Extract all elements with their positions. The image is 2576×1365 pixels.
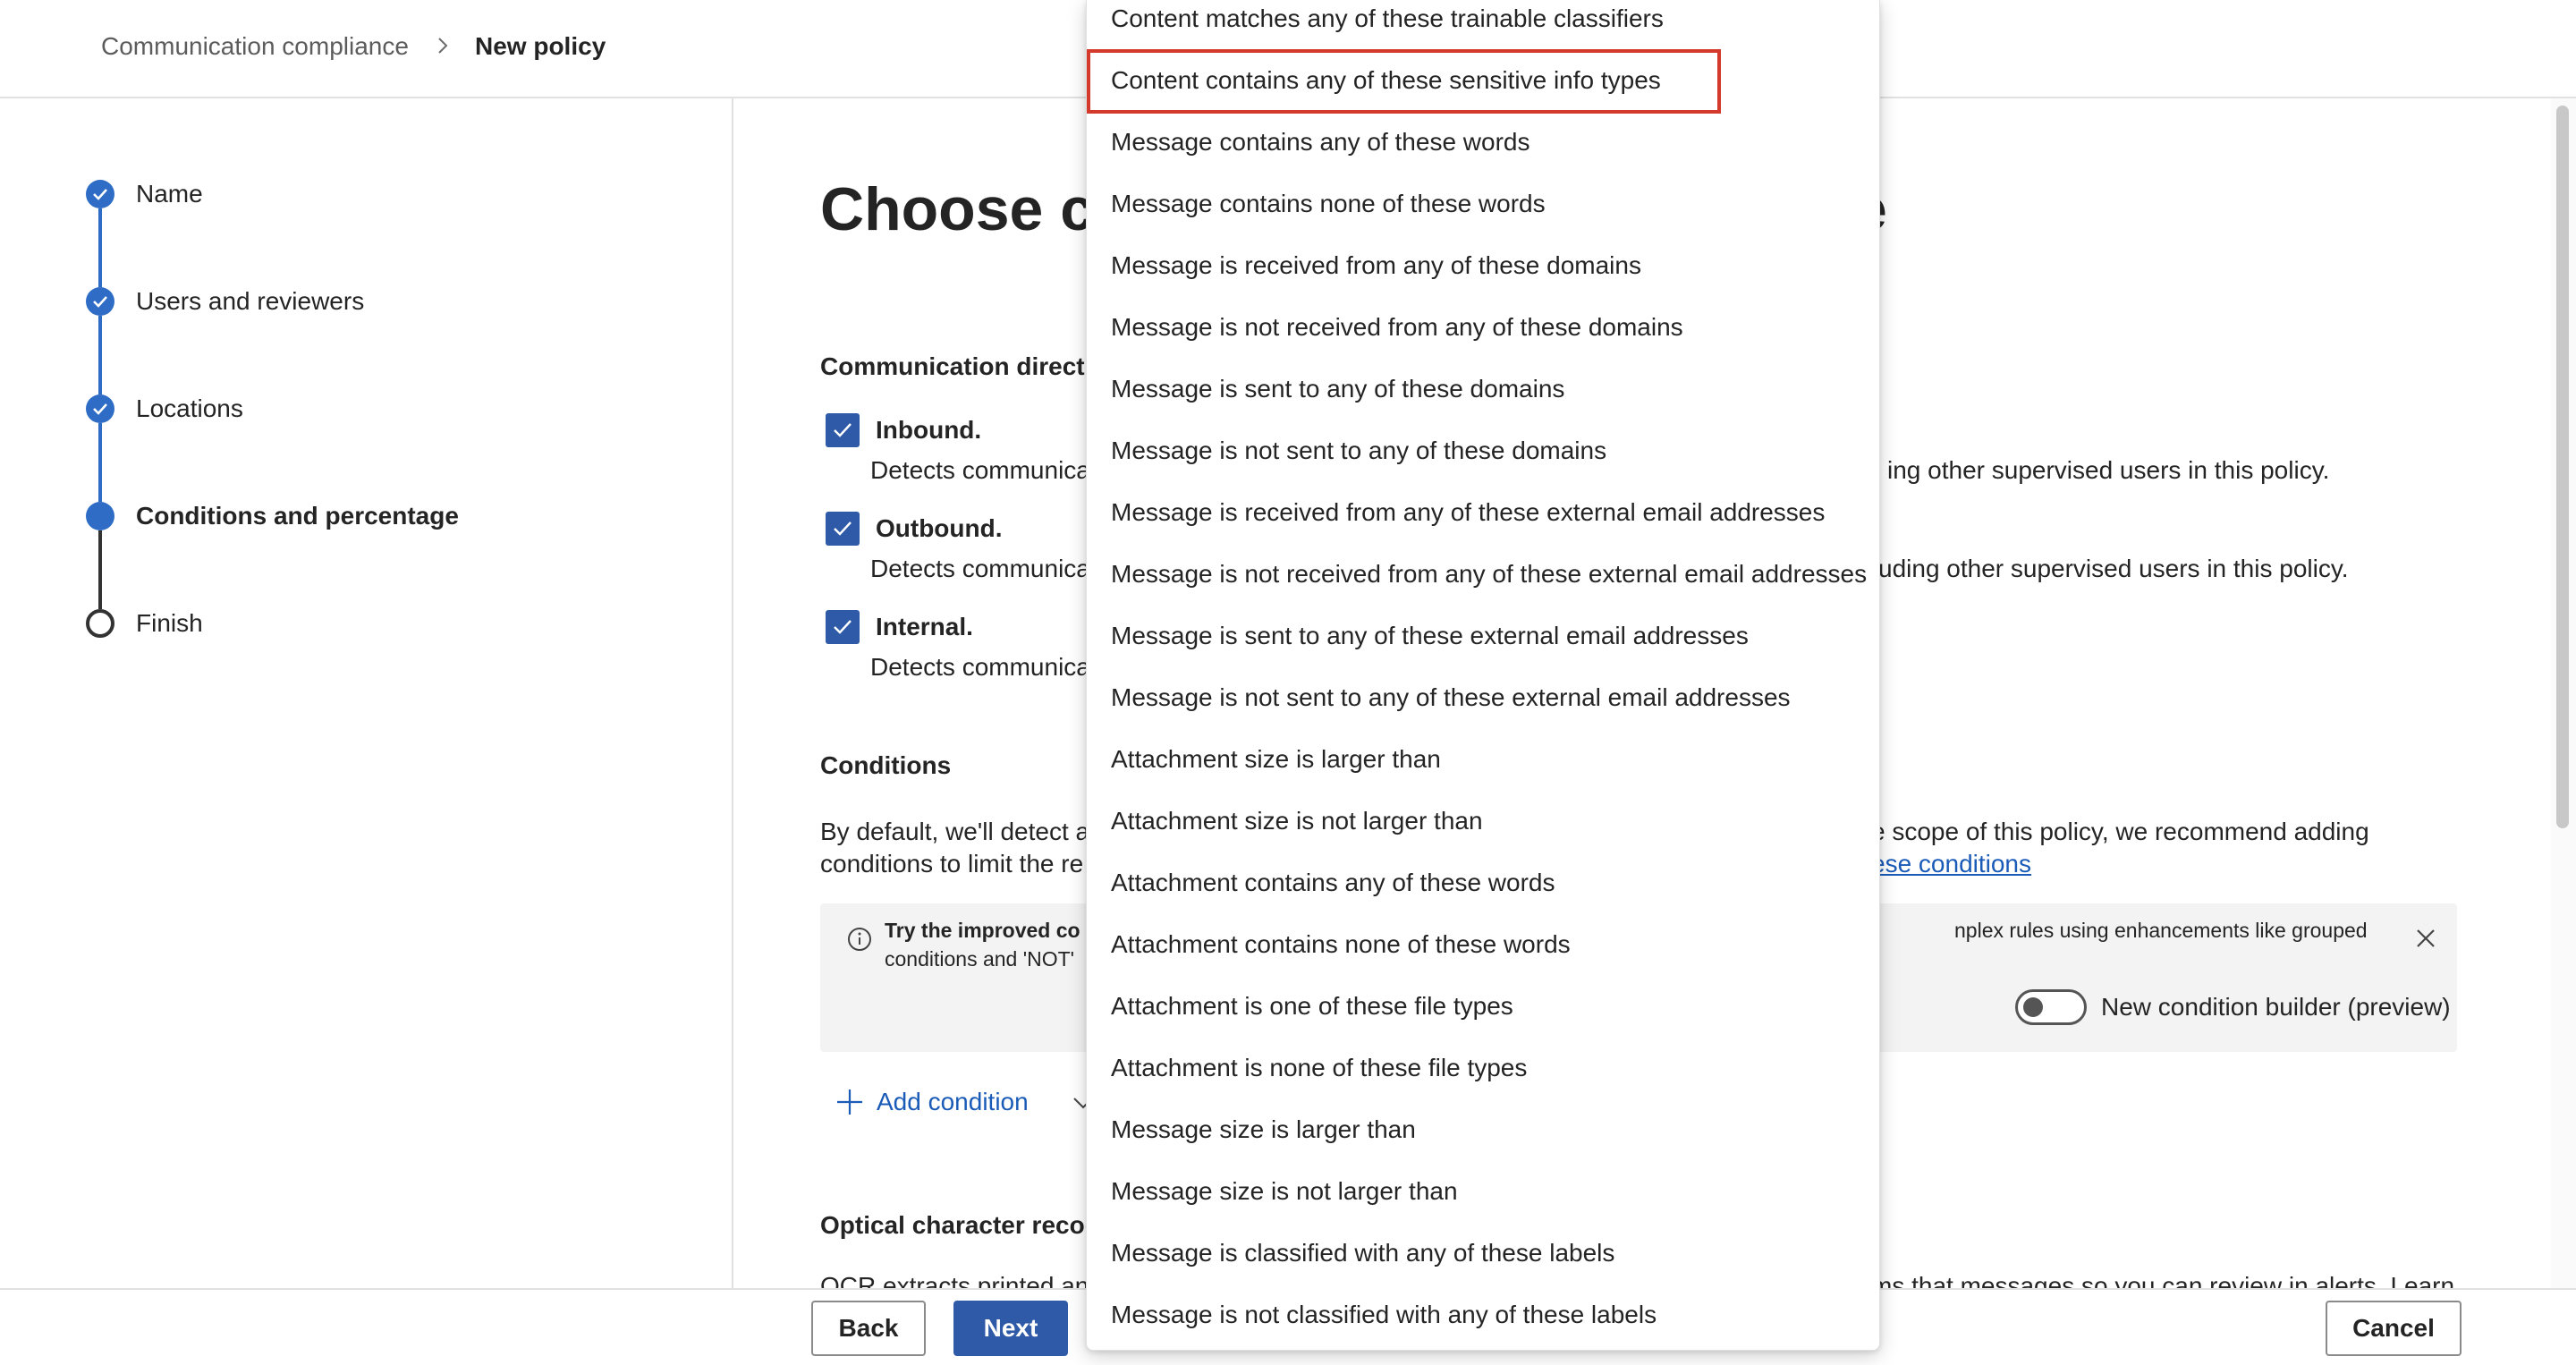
info-banner-text-line2: conditions and 'NOT' [885, 947, 1075, 971]
add-condition-label: Add condition [877, 1088, 1029, 1115]
step-connector [98, 530, 102, 609]
step-connector [98, 423, 102, 502]
step-current-dot-icon [86, 502, 114, 530]
step-todo-circle-icon [86, 609, 114, 638]
page-title: Choose co [820, 175, 1131, 243]
inbound-label: Inbound. [876, 416, 982, 444]
menu-item-message-size-not-larger[interactable]: Message size is not larger than [1087, 1174, 1879, 1235]
back-button[interactable]: Back [811, 1301, 926, 1356]
step-connector [98, 208, 102, 287]
menu-item-sent-to-domains[interactable]: Message is sent to any of these domains [1087, 371, 1879, 433]
menu-item-not-sent-to-external-addresses[interactable]: Message is not sent to any of these exte… [1087, 680, 1879, 742]
menu-item-not-classified-with-labels[interactable]: Message is not classified with any of th… [1087, 1297, 1879, 1359]
inbound-checkbox[interactable] [826, 413, 860, 447]
menu-item-attachment-contains-none-words[interactable]: Attachment contains none of these words [1087, 927, 1879, 988]
internal-checkbox[interactable] [826, 610, 860, 644]
menu-item-message-contains-words[interactable]: Message contains any of these words [1087, 124, 1879, 186]
menu-item-not-sent-to-domains[interactable]: Message is not sent to any of these doma… [1087, 433, 1879, 495]
breadcrumb-new-policy: New policy [475, 32, 606, 60]
menu-item-attachment-size-larger[interactable]: Attachment size is larger than [1087, 742, 1879, 803]
communication-direction-heading: Communication directi [820, 352, 1092, 380]
conditions-description-tail: e scope of this policy, we recommend add… [1871, 818, 2369, 845]
cancel-button[interactable]: Cancel [2326, 1301, 2462, 1356]
menu-item-attachment-size-not-larger[interactable]: Attachment size is not larger than [1087, 803, 1879, 865]
inbound-description: Detects communica [870, 456, 1090, 484]
menu-item-attachment-contains-words[interactable]: Attachment contains any of these words [1087, 865, 1879, 927]
menu-item-sensitive-info-types[interactable]: Content contains any of these sensitive … [1087, 63, 1879, 124]
step-locations[interactable]: Locations [136, 393, 243, 425]
step-connector [98, 316, 102, 394]
menu-item-not-received-from-external-addresses[interactable]: Message is not received from any of thes… [1087, 556, 1879, 618]
plus-icon [837, 1089, 862, 1115]
step-name-check-icon [86, 180, 114, 208]
internal-description: Detects communica [870, 653, 1090, 681]
inbound-description-tail: ing other supervised users in this polic… [1887, 456, 2330, 484]
info-banner-text-tail: nplex rules using enhancements like grou… [1954, 919, 2368, 942]
internal-label: Internal. [876, 613, 973, 640]
step-locations-check-icon [86, 394, 114, 423]
info-banner-text: Try the improved co [885, 919, 1080, 942]
menu-item-message-size-larger[interactable]: Message size is larger than [1087, 1112, 1879, 1174]
menu-item-not-received-from-domains[interactable]: Message is not received from any of thes… [1087, 309, 1879, 371]
toggle-knob [2023, 997, 2043, 1017]
outbound-checkbox[interactable] [826, 512, 860, 546]
page-scrollbar[interactable] [2551, 98, 2576, 1288]
ocr-heading: Optical character recog [820, 1211, 1100, 1239]
learn-conditions-link[interactable]: ese conditions [1871, 848, 2031, 880]
step-users-and-reviewers[interactable]: Users and reviewers [136, 285, 364, 318]
menu-item-attachment-is-file-types[interactable]: Attachment is one of these file types [1087, 988, 1879, 1050]
step-conditions-and-percentage[interactable]: Conditions and percentage [136, 500, 459, 532]
menu-item-message-contains-none-words[interactable]: Message contains none of these words [1087, 186, 1879, 248]
condition-dropdown-menu: Content matches any of these trainable c… [1086, 0, 1880, 1351]
next-button[interactable]: Next [953, 1301, 1068, 1356]
outbound-description: Detects communica [870, 555, 1090, 582]
info-icon [848, 928, 871, 951]
wizard-stepper: Name Users and reviewers Locations Condi… [0, 98, 733, 1288]
step-name[interactable]: Name [136, 178, 203, 210]
step-finish: Finish [136, 609, 203, 637]
ocr-description: OCR extracts printed and [820, 1272, 1103, 1288]
ocr-description-tail: ms that messages so you can review in al… [1871, 1272, 2455, 1288]
breadcrumb-communication-compliance[interactable]: Communication compliance [101, 30, 409, 63]
menu-item-received-from-domains[interactable]: Message is received from any of these do… [1087, 248, 1879, 309]
conditions-heading: Conditions [820, 751, 952, 779]
menu-item-received-from-external-addresses[interactable]: Message is received from any of these ex… [1087, 495, 1879, 556]
outbound-description-tail: uding other supervised users in this pol… [1878, 555, 2349, 582]
step-users-check-icon [86, 287, 114, 316]
menu-item-trainable-classifiers[interactable]: Content matches any of these trainable c… [1087, 1, 1879, 63]
outbound-label: Outbound. [876, 514, 1003, 542]
new-condition-builder-toggle[interactable] [2015, 989, 2087, 1025]
new-condition-builder-label: New condition builder (preview) [2101, 993, 2451, 1021]
menu-item-sent-to-external-addresses[interactable]: Message is sent to any of these external… [1087, 618, 1879, 680]
chevron-right-icon [438, 38, 448, 54]
scrollbar-thumb[interactable] [2556, 106, 2569, 828]
menu-item-attachment-is-none-file-types[interactable]: Attachment is none of these file types [1087, 1050, 1879, 1112]
conditions-description-line2: conditions to limit the re [820, 850, 1084, 878]
conditions-description: By default, we'll detect a [820, 818, 1090, 845]
menu-item-classified-with-labels[interactable]: Message is classified with any of these … [1087, 1235, 1879, 1297]
close-icon[interactable] [2414, 927, 2437, 950]
